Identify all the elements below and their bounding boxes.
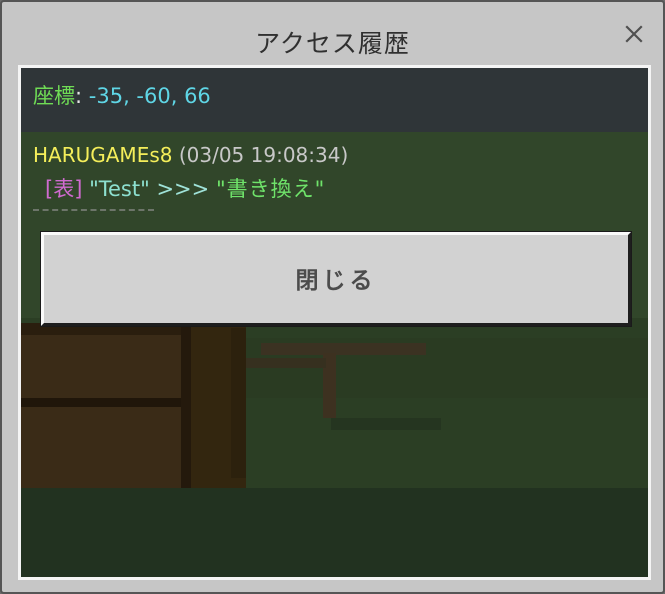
- coordinates-label: 座標: [33, 84, 75, 108]
- coordinates-text: 座標: -35, -60, 66: [33, 80, 211, 110]
- close-icon-glyph: [625, 25, 643, 43]
- change-arrow: >>>: [156, 177, 210, 201]
- coordinates-separator: :: [75, 84, 83, 108]
- access-history-dialog: アクセス履歴 座標: -35, -60, 66 HARUGAMEs8 (03/0…: [0, 0, 665, 594]
- log-divider: [33, 209, 154, 211]
- sign-side: [表]: [45, 177, 83, 201]
- close-button[interactable]: 閉じる: [41, 232, 631, 326]
- log-timestamp: (03/05 19:08:34): [178, 143, 349, 167]
- close-icon[interactable]: [622, 22, 646, 46]
- log-entry-header: HARUGAMEs8 (03/05 19:08:34): [33, 143, 348, 167]
- history-panel: 座標: -35, -60, 66 HARUGAMEs8 (03/05 19:08…: [18, 65, 651, 580]
- old-value: "Test": [89, 177, 150, 201]
- dialog-title: アクセス履歴: [255, 29, 410, 58]
- coordinates-value: -35, -60, 66: [88, 84, 211, 108]
- log-entry: HARUGAMEs8 (03/05 19:08:34) [表] "Test" >…: [33, 143, 348, 203]
- coordinates-bar: 座標: -35, -60, 66: [21, 68, 648, 132]
- player-name: HARUGAMEs8: [33, 143, 173, 167]
- log-change: [表] "Test" >>> "書き換え": [45, 173, 348, 203]
- new-value: "書き換え": [215, 177, 326, 201]
- close-button-label: 閉じる: [295, 268, 377, 294]
